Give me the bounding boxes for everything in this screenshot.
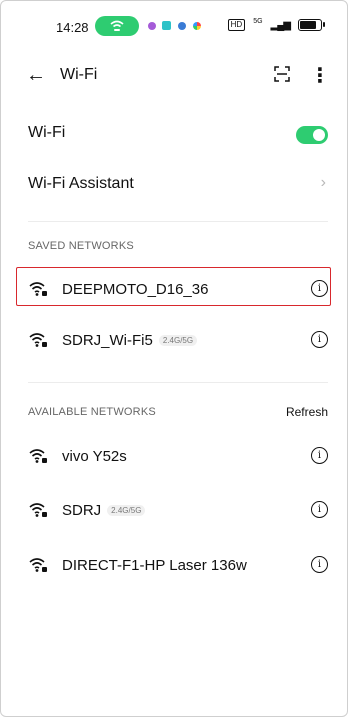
available-network-row[interactable]: SDRJ 2.4G/5G i	[0, 490, 348, 532]
battery-icon	[298, 19, 325, 31]
network-type-label: 5G	[253, 17, 263, 25]
available-networks-header: AVAILABLE NETWORKS	[28, 406, 156, 418]
status-right: HD 5G ▂▄▆	[227, 17, 325, 31]
wifi-hotspot-icon	[110, 20, 124, 31]
info-icon[interactable]: i	[311, 501, 328, 518]
wifi-lock-icon	[29, 449, 47, 463]
wifi-lock-icon	[29, 503, 47, 517]
wifi-assistant-label: Wi-Fi Assistant	[28, 175, 134, 192]
network-name: vivo Y52s	[62, 448, 127, 465]
wifi-toggle-row[interactable]: Wi-Fi	[0, 115, 348, 155]
available-network-row[interactable]: DIRECT-F1-HP Laser 136w i	[0, 545, 348, 587]
saved-network-row[interactable]: SDRJ_Wi-Fi5 2.4G/5G i	[0, 320, 348, 362]
saved-networks-header: SAVED NETWORKS	[28, 240, 134, 252]
divider	[28, 382, 328, 383]
page-title: Wi-Fi	[60, 66, 98, 83]
info-icon[interactable]: i	[311, 556, 328, 573]
divider	[28, 221, 328, 222]
wifi-toggle-switch[interactable]	[296, 126, 328, 144]
notification-dot-icon	[148, 22, 156, 30]
photos-app-icon	[193, 22, 201, 30]
network-name-text: SDRJ_Wi-Fi5	[62, 332, 153, 349]
chat-app-icon	[162, 21, 171, 30]
network-name: SDRJ_Wi-Fi5 2.4G/5G	[62, 332, 198, 349]
browser-app-icon	[178, 22, 186, 30]
refresh-button[interactable]: Refresh	[286, 405, 328, 419]
band-badge: 2.4G/5G	[107, 504, 146, 516]
hotspot-pill	[95, 16, 139, 36]
status-time: 14:28	[56, 20, 89, 35]
hd-badge: HD	[227, 19, 246, 31]
network-name: DIRECT-F1-HP Laser 136w	[62, 557, 247, 574]
selection-highlight	[16, 267, 331, 306]
wifi-lock-icon	[29, 333, 47, 347]
available-network-row[interactable]: vivo Y52s i	[0, 436, 348, 478]
info-icon[interactable]: i	[311, 331, 328, 348]
network-name-text: SDRJ	[62, 502, 102, 519]
network-name: SDRJ 2.4G/5G	[62, 502, 146, 519]
wifi-assistant-row[interactable]: Wi-Fi Assistant ›	[0, 165, 348, 205]
status-bar: 14:28 HD 5G ▂▄▆	[0, 0, 348, 56]
app-bar: ← Wi-Fi ⋮	[0, 56, 348, 96]
chevron-right-icon: ›	[320, 174, 326, 191]
wifi-toggle-label: Wi-Fi	[28, 124, 66, 141]
more-options-icon[interactable]: ⋮	[310, 63, 330, 88]
qr-scan-icon[interactable]	[274, 66, 290, 87]
band-badge: 2.4G/5G	[158, 334, 198, 346]
info-icon[interactable]: i	[311, 447, 328, 464]
back-arrow-icon[interactable]: ←	[26, 64, 46, 87]
signal-icon: ▂▄▆	[270, 19, 291, 31]
wifi-lock-icon	[29, 558, 47, 572]
